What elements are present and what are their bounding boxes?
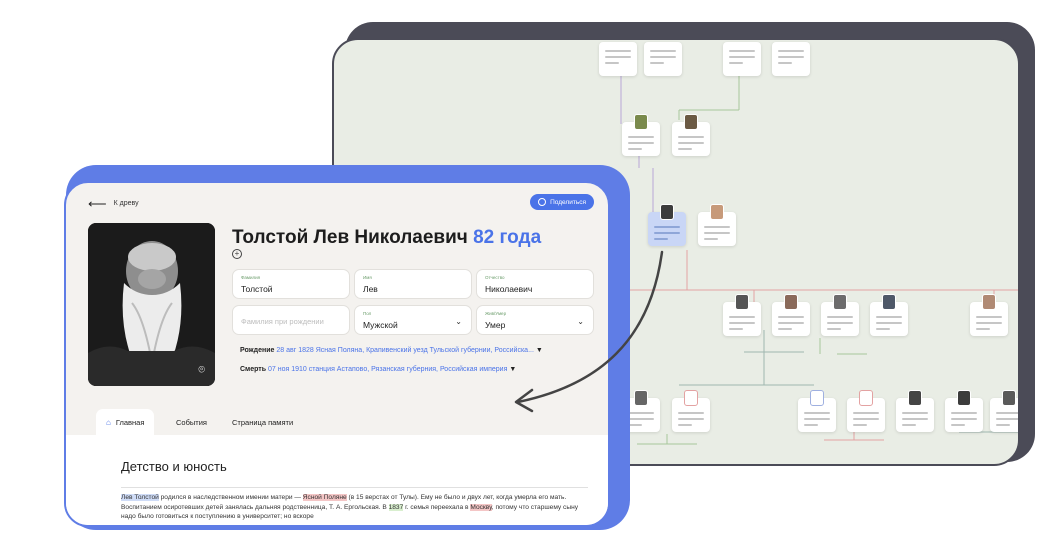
tree-node[interactable] [723,294,761,336]
text-segment: родился в наследственном имении матери — [158,494,303,501]
status-value: Умер [485,320,506,330]
tab-memorial-label: Страница памяти [232,417,294,427]
tree-node[interactable] [622,114,660,156]
death-date: 07 ноя 1910 [268,366,307,373]
home-icon: ⌂ [106,417,111,427]
status-label: Жив/Умер [485,311,507,316]
back-link-label: К древу [113,200,139,207]
tab-events-label: События [176,417,207,427]
tree-node[interactable] [698,204,736,246]
tab-events[interactable]: События [166,409,217,435]
tree-node[interactable] [599,42,637,76]
link-place[interactable]: Ясной Поляне [302,494,347,501]
chevron-down-icon: ⌄ [455,317,462,326]
birth-place: Ясная Поляна, Крапивенский уезд Тульской… [315,347,534,354]
tree-node[interactable] [798,390,836,432]
person-age: 82 года [473,227,542,248]
tab-memorial[interactable]: Страница памяти [222,409,303,435]
gender-select[interactable]: Пол Мужской ⌄ [354,305,472,335]
person-name-heading: Толстой Лев Николаевич 82 года [232,227,541,249]
tab-main-label: Главная [115,417,145,427]
globe-icon [538,198,547,206]
death-dropdown-icon[interactable]: ▼ [509,366,516,373]
first-name-field[interactable]: Имя Лев [354,269,472,299]
birth-row[interactable]: Рождение 28 авг 1828 Ясная Поляна, Крапи… [240,347,543,354]
tree-node[interactable] [970,294,1008,336]
status-select[interactable]: Жив/Умер Умер ⌄ [476,305,594,335]
text-segment: г. семья переехала в [403,503,471,511]
tab-main[interactable]: ⌂ Главная [96,409,155,435]
tree-node[interactable] [644,42,682,76]
birth-surname-field[interactable]: Фамилия при рождении [232,305,350,335]
birth-dropdown-icon[interactable]: ▼ [536,347,543,354]
tree-node[interactable] [945,390,983,432]
person-photo: ⌾ [88,223,215,386]
tree-node[interactable] [896,390,934,432]
gender-value: Мужской [363,320,398,330]
portrait-image [88,223,215,386]
link-person[interactable]: Лев Толстой [121,494,159,501]
surname-value: Толстой [241,284,273,294]
birth-surname-placeholder: Фамилия при рождении [241,317,324,326]
tree-node-selected[interactable] [648,204,686,246]
back-to-tree-link[interactable]: ⟵ К древу [88,197,139,210]
surname-label: Фамилия [241,275,261,280]
profile-card: ⟵ К древу Поделиться ⌾ Толстой Лев Никол… [64,181,610,527]
camera-icon[interactable]: ⌾ [198,364,205,377]
tree-node[interactable] [772,42,810,76]
share-label: Поделиться [550,198,586,206]
death-row[interactable]: Смерть 07 ноя 1910 станция Астапово, Ряз… [240,366,516,373]
tree-node[interactable] [847,390,885,432]
surname-field[interactable]: Фамилия Толстой [232,269,350,299]
first-name-label: Имя [363,275,372,280]
tree-node[interactable] [723,42,761,76]
share-button[interactable]: Поделиться [530,194,594,210]
tree-node[interactable] [672,114,710,156]
link-place[interactable]: Москву [470,503,492,511]
tree-node[interactable] [870,294,908,336]
patronymic-label: Отчество [485,275,505,280]
tree-node[interactable] [672,390,710,432]
person-name: Толстой Лев Николаевич [232,227,468,248]
first-name-value: Лев [363,284,378,294]
tree-node[interactable] [821,294,859,336]
section-divider [121,487,588,488]
birth-label: Рождение [240,347,275,354]
tree-node[interactable] [990,390,1018,432]
gender-label: Пол [363,311,372,316]
back-arrow-icon: ⟵ [88,196,107,211]
tabs-bar: ⌂ Главная События Страница памяти [66,409,608,435]
patronymic-field[interactable]: Отчество Николаевич [476,269,594,299]
stage: ⟵ К древу Поделиться ⌾ Толстой Лев Никол… [0,0,1055,550]
patronymic-value: Николаевич [485,284,533,294]
article-content: Детство и юность Лев Толстой родился в н… [66,435,608,525]
death-place: станция Астапово, Рязанская губерния, Ро… [308,366,508,373]
add-icon[interactable]: + [232,249,242,259]
article-paragraph: Лев Толстой родился в наследственном име… [121,493,588,522]
birth-date: 28 авг 1828 [276,347,314,354]
section-title: Детство и юность [121,459,227,474]
link-year[interactable]: 1837 [388,503,404,511]
chevron-down-icon: ⌄ [577,317,584,326]
tree-node[interactable] [772,294,810,336]
death-label: Смерть [240,366,267,373]
